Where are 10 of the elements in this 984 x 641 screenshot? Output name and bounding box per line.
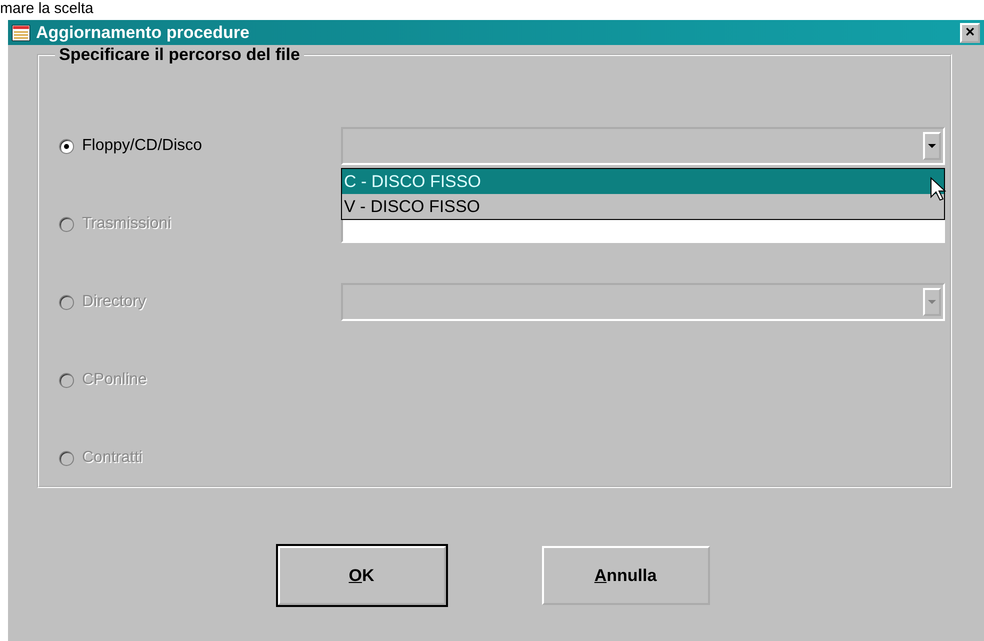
cancel-button[interactable]: Annulla [542, 546, 710, 605]
close-button[interactable]: × [960, 22, 980, 42]
window-title: Aggiornamento procedure [36, 22, 250, 42]
dropdown-item[interactable]: C - DISCO FISSO [342, 169, 944, 194]
drive-combo[interactable] [341, 283, 945, 321]
group-title: Specificare il percorso del file [58, 45, 301, 65]
window-icon [12, 24, 30, 40]
caption-text: mare la scelta [0, 0, 94, 18]
radio-option[interactable]: Floppy/CD/Disco [59, 127, 341, 165]
ok-button[interactable]: OK [278, 546, 446, 605]
